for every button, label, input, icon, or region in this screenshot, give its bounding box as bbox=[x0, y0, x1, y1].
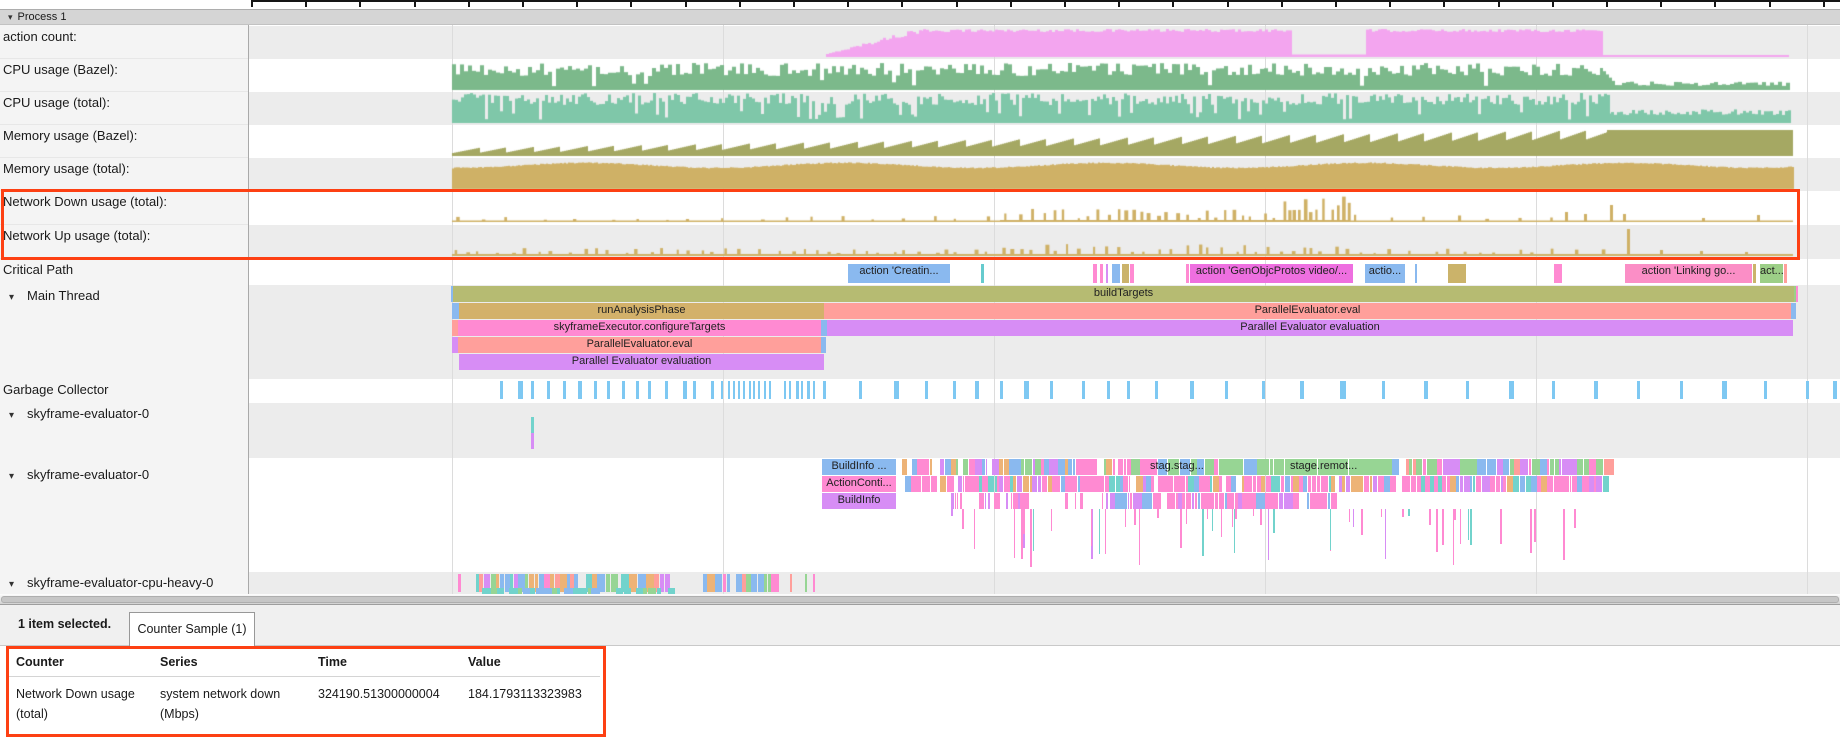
detail-tab-bar: 1 item selected. Counter Sample (1) bbox=[0, 605, 1840, 646]
track-label-main-thread[interactable]: ▾Main Thread bbox=[0, 285, 248, 379]
track-label-critical-path: Critical Path bbox=[0, 259, 248, 285]
trace-viewer: ▾ Process 1 action count: CPU usage (Baze… bbox=[0, 0, 1840, 742]
process-label: Process 1 bbox=[18, 11, 67, 23]
track-label-action-count: action count: bbox=[0, 26, 248, 59]
collapse-arrow-icon[interactable]: ▾ bbox=[9, 410, 27, 421]
timeline-ruler[interactable] bbox=[0, 0, 1840, 9]
tab-counter-sample[interactable]: Counter Sample (1) bbox=[129, 612, 255, 647]
track-label-cpu-bazel: CPU usage (Bazel): bbox=[0, 59, 248, 92]
splitter-handle-icon bbox=[1, 596, 1839, 603]
track-label-gc: Garbage Collector bbox=[0, 379, 248, 403]
track-label-mem-total: Memory usage (total): bbox=[0, 158, 248, 191]
collapse-arrow-icon[interactable]: ▾ bbox=[9, 471, 27, 482]
collapse-arrow-icon[interactable]: ▾ bbox=[9, 579, 27, 590]
collapse-arrow-icon[interactable]: ▾ bbox=[9, 292, 27, 303]
collapse-arrow-icon[interactable]: ▾ bbox=[8, 10, 13, 24]
track-label-cpu-heavy[interactable]: ▾skyframe-evaluator-cpu-heavy-0 bbox=[0, 572, 248, 594]
track-label-mem-bazel: Memory usage (Bazel): bbox=[0, 125, 248, 158]
selection-status: 1 item selected. bbox=[18, 617, 111, 631]
highlight-box-network-tracks bbox=[1, 189, 1800, 260]
process-header[interactable]: ▾ Process 1 bbox=[0, 9, 1840, 25]
track-label-skyframe-1[interactable]: ▾skyframe-evaluator-0 bbox=[0, 403, 248, 458]
track-label-cpu-total: CPU usage (total): bbox=[0, 92, 248, 125]
panel-splitter[interactable] bbox=[0, 594, 1840, 605]
track-label-skyframe-2[interactable]: ▾skyframe-evaluator-0 bbox=[0, 458, 248, 572]
counter-charts[interactable] bbox=[0, 25, 1840, 594]
track-label-sidebar: action count: CPU usage (Bazel): CPU usa… bbox=[0, 25, 249, 594]
highlight-box-sample-table bbox=[6, 646, 606, 737]
